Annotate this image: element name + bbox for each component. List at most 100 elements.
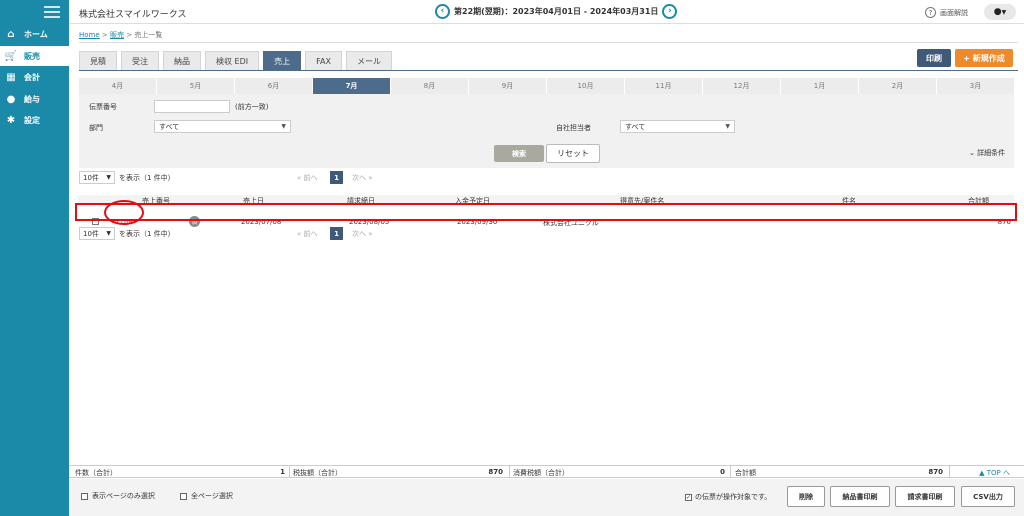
filter-panel: 4月 5月 6月 7月 8月 9月 10月 11月 12月 1月 2月 3月 伝… <box>79 78 1014 168</box>
tab-fax[interactable]: FAX <box>305 51 342 70</box>
month-tab[interactable]: 10月 <box>547 78 625 94</box>
month-tab-active[interactable]: 7月 <box>313 78 391 94</box>
app-root: ⌂ ホーム 🛒 販売 ▦ 会計 ● 給与 ✱ 設定 株式会社スマイルワークス ‹… <box>0 0 1024 516</box>
breadcrumb-home[interactable]: Home <box>79 31 100 39</box>
gear-icon: ✱ <box>6 114 16 126</box>
tab-estimate[interactable]: 見積 <box>79 51 117 70</box>
staff-select[interactable]: すべて ▼ <box>620 120 735 133</box>
sidebar-item-label: 給与 <box>24 94 40 104</box>
page-number[interactable]: 1 <box>330 227 343 240</box>
month-tab[interactable]: 4月 <box>79 78 157 94</box>
slip-number-label: 伝票番号 <box>89 103 117 111</box>
month-tab[interactable]: 12月 <box>703 78 781 94</box>
user-icon: ● <box>993 7 1002 17</box>
staff-value: すべて <box>625 122 646 131</box>
invoice-print-button[interactable]: 請求書印刷 <box>895 486 955 507</box>
month-tab[interactable]: 11月 <box>625 78 703 94</box>
divider <box>730 466 731 477</box>
per-page-select[interactable]: 10件 ▼ <box>79 227 115 240</box>
breadcrumb-separator: > <box>101 31 108 39</box>
select-page-label: 表示ページのみ選択 <box>92 492 155 500</box>
slip-number-input[interactable] <box>154 100 230 113</box>
count-label: 件数（合計） <box>75 469 117 477</box>
month-tab[interactable]: 2月 <box>859 78 937 94</box>
print-button[interactable]: 印刷 <box>917 49 951 67</box>
action-footer: 表示ページのみ選択 全ページ選択 ✓ の伝票が操作対象です。 削除 納品書印刷 請… <box>69 479 1024 516</box>
pager-top: 10件 ▼ を表示（1 件中） « 前へ 1 次へ » <box>79 171 1014 185</box>
per-page-value: 10件 <box>83 229 99 238</box>
user-menu-button[interactable]: ● ▼ <box>984 4 1016 20</box>
prefix-match-note: (前方一致) <box>235 103 269 111</box>
per-page-select[interactable]: 10件 ▼ <box>79 171 115 184</box>
id-circle-annotation <box>104 200 144 225</box>
fiscal-period-navigator: ‹ 第22期(翌期)：2023年04月01日 - 2024年03月31日 › <box>435 4 678 19</box>
home-icon: ⌂ <box>7 28 15 40</box>
pager-bottom: 10件 ▼ を表示（1 件中） « 前へ 1 次へ » <box>79 227 1014 241</box>
next-page-link[interactable]: 次へ » <box>352 229 373 239</box>
chevron-left-icon: ‹ <box>440 6 445 16</box>
to-top-link[interactable]: ▲ TOP へ <box>979 468 1010 478</box>
month-tab[interactable]: 1月 <box>781 78 859 94</box>
caret-down-icon: ▼ <box>106 230 111 237</box>
prev-page-link[interactable]: « 前へ <box>297 229 318 239</box>
checked-icon: ✓ <box>685 493 692 501</box>
detail-conditions-toggle[interactable]: ⌄ 詳細条件 <box>969 148 1005 158</box>
month-tab[interactable]: 6月 <box>235 78 313 94</box>
search-button[interactable]: 検索 <box>494 145 544 162</box>
delivery-note-print-button[interactable]: 納品書印刷 <box>830 486 890 507</box>
select-all-checkbox[interactable]: 全ページ選択 <box>180 491 233 501</box>
delete-button[interactable]: 削除 <box>787 486 825 507</box>
document-tabs: 見積 受注 納品 検収 EDI 売上 FAX メール <box>79 51 396 70</box>
selected-slip-note: ✓ の伝票が操作対象です。 <box>685 492 771 502</box>
month-tab[interactable]: 9月 <box>469 78 547 94</box>
department-select[interactable]: すべて ▼ <box>154 120 291 133</box>
sidebar: ⌂ ホーム 🛒 販売 ▦ 会計 ● 給与 ✱ 設定 <box>0 0 69 516</box>
page-number[interactable]: 1 <box>330 171 343 184</box>
sidebar-item-label: ホーム <box>24 29 48 39</box>
hamburger-menu-icon[interactable] <box>44 6 60 18</box>
tax-value: 0 <box>720 468 725 476</box>
reset-button[interactable]: リセット <box>546 144 600 163</box>
pretax-label: 税抜額（合計） <box>293 469 342 477</box>
breadcrumb-current: 売上一覧 <box>134 31 163 39</box>
department-value: すべて <box>159 122 180 131</box>
tab-order[interactable]: 受注 <box>121 51 159 70</box>
count-value: 1 <box>280 468 285 476</box>
tab-delivery[interactable]: 納品 <box>163 51 201 70</box>
divider <box>509 466 510 477</box>
department-label: 部門 <box>89 124 103 132</box>
next-page-link[interactable]: 次へ » <box>352 173 373 183</box>
tab-sales[interactable]: 売上 <box>263 51 302 70</box>
select-all-label: 全ページ選択 <box>191 492 233 500</box>
next-period-button[interactable]: › <box>662 4 678 19</box>
caret-down-icon: ▼ <box>281 123 286 130</box>
prev-page-link[interactable]: « 前へ <box>297 173 318 183</box>
divider <box>289 466 290 477</box>
new-create-button[interactable]: + 新規作成 <box>955 49 1013 67</box>
sidebar-item-accounting[interactable]: ▦ 会計 <box>0 67 69 87</box>
csv-export-button[interactable]: CSV出力 <box>961 486 1015 507</box>
sidebar-item-sales[interactable]: 🛒 販売 <box>0 46 69 66</box>
staff-label: 自社担当者 <box>556 124 591 132</box>
screen-help-link[interactable]: ? 画面解説 <box>925 7 968 18</box>
cart-icon: 🛒 <box>4 50 18 62</box>
breadcrumb-sales[interactable]: 販売 <box>110 31 124 39</box>
tab-inspection-edi[interactable]: 検収 EDI <box>205 51 260 70</box>
pretax-value: 870 <box>488 468 503 476</box>
sidebar-item-label: 設定 <box>24 115 40 125</box>
divider <box>949 466 950 477</box>
sidebar-item-payroll[interactable]: ● 給与 <box>0 89 69 109</box>
month-tab[interactable]: 5月 <box>157 78 235 94</box>
question-icon: ? <box>925 7 936 18</box>
select-page-checkbox[interactable]: 表示ページのみ選択 <box>81 491 155 501</box>
result-count: を表示（1 件中） <box>119 230 175 238</box>
month-tab[interactable]: 8月 <box>391 78 469 94</box>
company-name: 株式会社スマイルワークス <box>79 10 187 20</box>
sidebar-item-settings[interactable]: ✱ 設定 <box>0 110 69 130</box>
month-tab[interactable]: 3月 <box>937 78 1014 94</box>
top-header: 株式会社スマイルワークス ‹ 第22期(翌期)：2023年04月01日 - 20… <box>69 0 1024 24</box>
tab-underline <box>79 70 1018 71</box>
prev-period-button[interactable]: ‹ <box>435 4 450 19</box>
tab-mail[interactable]: メール <box>345 51 392 70</box>
sidebar-item-home[interactable]: ⌂ ホーム <box>0 24 69 44</box>
